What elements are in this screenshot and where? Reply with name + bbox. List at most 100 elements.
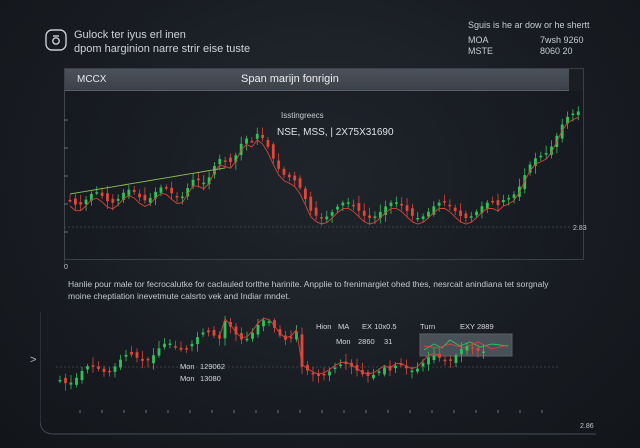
- panel-bar-end: [569, 69, 583, 91]
- candle: [201, 328, 205, 338]
- chart2-label-hion: Hion: [316, 322, 332, 331]
- candle: [106, 185, 109, 209]
- candle: [298, 175, 302, 190]
- candle: [378, 204, 382, 224]
- candle: [271, 142, 275, 164]
- candle: [86, 363, 89, 374]
- header-line-1: Gulock ter iyus erl inen: [74, 29, 186, 41]
- candle: [501, 194, 505, 206]
- candle: [448, 199, 452, 211]
- chart2-label-ma: MA: [338, 322, 350, 331]
- chart2-value-a: 2860: [358, 337, 375, 346]
- candle: [119, 354, 122, 370]
- moving-average-red: [69, 116, 579, 225]
- candle: [411, 204, 414, 221]
- candle: [464, 210, 468, 223]
- candle: [130, 346, 133, 358]
- candle: [400, 197, 404, 211]
- candle: [124, 349, 128, 362]
- candle: [157, 340, 161, 358]
- candlestick-chart-main[interactable]: [64, 90, 586, 266]
- candle: [138, 189, 141, 202]
- candle: [122, 189, 125, 203]
- candle: [108, 367, 111, 377]
- chart2-mon-value-2: 13080: [200, 374, 221, 383]
- candle: [309, 191, 313, 216]
- candle: [333, 362, 337, 374]
- candle: [512, 191, 516, 204]
- chart2-mon-value-1: 129062: [200, 362, 226, 371]
- panel-title-bar: MCCX Span marijn fonrigin: [65, 69, 583, 91]
- candle: [141, 351, 144, 369]
- candle: [154, 187, 157, 206]
- candle: [135, 348, 139, 363]
- candle: [352, 199, 355, 211]
- candle: [240, 327, 243, 345]
- candle: [366, 370, 370, 383]
- candle: [539, 151, 543, 161]
- candle: [443, 355, 447, 366]
- chart2-label-mon-a: Mon: [336, 337, 351, 346]
- top-right-key-1: MOA: [468, 35, 489, 45]
- candle: [325, 210, 329, 223]
- candle: [566, 111, 569, 129]
- candle: [443, 194, 446, 207]
- candle: [58, 375, 62, 384]
- candle: [405, 197, 409, 218]
- candle: [175, 192, 179, 203]
- candle: [185, 345, 188, 353]
- candle: [73, 193, 77, 210]
- candle: [102, 365, 106, 377]
- candle: [168, 339, 172, 349]
- candle: [100, 187, 104, 199]
- candle: [75, 373, 78, 388]
- candle: [146, 356, 150, 368]
- candle: [287, 172, 291, 182]
- candle: [229, 153, 232, 168]
- candle: [127, 184, 131, 200]
- candle: [143, 187, 147, 204]
- candle: [491, 196, 495, 205]
- top-right-key-2: MSTE: [468, 46, 494, 56]
- candle: [174, 340, 177, 350]
- candle: [163, 338, 166, 350]
- candle: [534, 152, 537, 174]
- chart2-label-exy: EXY 2889: [460, 322, 494, 331]
- candlestick-chart-secondary[interactable]: [40, 300, 600, 440]
- candle: [282, 166, 286, 179]
- candle: [368, 207, 371, 226]
- candle: [416, 212, 420, 222]
- panel-title: Span marijn fonrigin: [241, 73, 339, 85]
- candle: [79, 194, 83, 211]
- top-right-value-1: 7wsh 9260: [540, 35, 584, 45]
- candle: [416, 362, 419, 374]
- candle: [68, 194, 72, 203]
- candle: [152, 348, 155, 370]
- candle: [322, 367, 326, 381]
- candle: [207, 327, 210, 337]
- candle: [91, 357, 95, 373]
- candle: [485, 199, 489, 214]
- axis-zero-label: 0: [64, 264, 68, 271]
- candle: [190, 340, 194, 352]
- candle: [170, 181, 174, 200]
- chart2-mon-label-2: Mon: [180, 374, 195, 383]
- candle: [372, 368, 375, 381]
- candle: [453, 204, 457, 216]
- candle: [95, 186, 99, 196]
- top-right-title: Sguis is he ar dow or he shertt: [468, 20, 590, 30]
- candle: [245, 135, 248, 151]
- candle: [454, 353, 458, 367]
- candle: [266, 137, 270, 150]
- candle: [480, 201, 484, 219]
- candle: [179, 341, 183, 352]
- candle: [361, 362, 364, 377]
- panel-code: MCCX: [77, 74, 107, 85]
- description-line-1: Hanlie pour male tor fecrocalutke for ca…: [68, 279, 549, 289]
- candle: [432, 201, 436, 217]
- candle: [80, 366, 84, 384]
- top-right-value-2: 8060 20: [540, 46, 573, 56]
- candle: [261, 127, 264, 142]
- candle: [550, 140, 553, 159]
- candle: [164, 184, 168, 191]
